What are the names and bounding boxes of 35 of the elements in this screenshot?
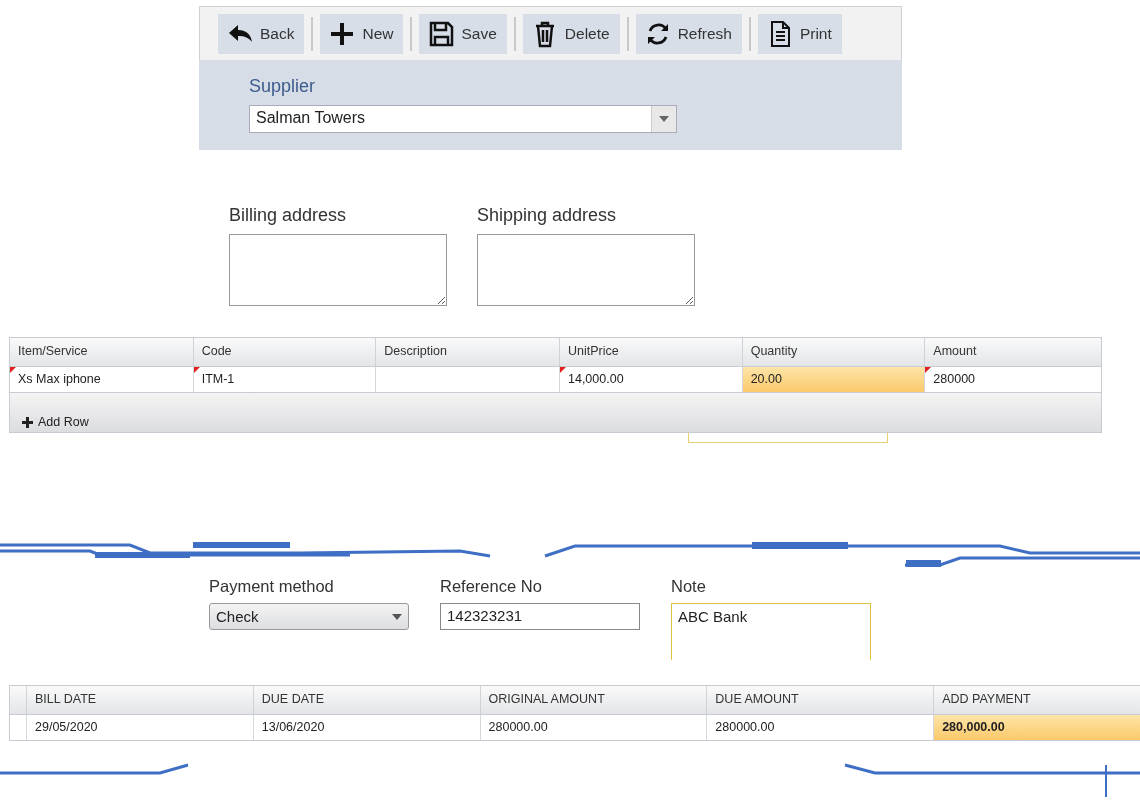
toolbar-button[interactable]: Refresh	[635, 13, 742, 54]
field-label: Billing address	[229, 205, 347, 226]
note-field[interactable]: ABC Bank	[671, 603, 871, 660]
add-row-button[interactable]: Add Row	[22, 415, 89, 429]
supplier-label: Supplier	[249, 76, 316, 97]
toolbar-button[interactable]: Save	[419, 13, 507, 54]
table-cell[interactable]: 280000.00	[480, 715, 708, 740]
field-label: Note	[671, 577, 706, 596]
dropdown-arrow-icon	[659, 116, 669, 122]
flag-marker-icon	[10, 367, 16, 373]
flag-marker-icon	[560, 367, 566, 373]
address-field[interactable]	[477, 234, 695, 306]
column-header[interactable]: ADD PAYMENT	[934, 686, 1140, 714]
table-cell[interactable]: 280,000.00	[934, 715, 1140, 740]
supplier-dropdown[interactable]: Salman Towers	[249, 105, 677, 133]
flag-marker-icon	[925, 367, 932, 373]
table-cell[interactable]: 280000	[925, 367, 1101, 392]
field-label: Reference No	[440, 577, 542, 596]
table-cell[interactable]: 13/06/2020	[253, 715, 481, 740]
dropdown-arrow-icon	[392, 613, 402, 620]
plus-icon	[22, 416, 33, 428]
address-field[interactable]	[229, 234, 447, 306]
table-cell[interactable]: 20.00	[742, 367, 926, 392]
save-icon	[427, 19, 456, 48]
field-label: Payment method	[209, 577, 334, 596]
toolbar-button[interactable]: Print	[757, 13, 842, 54]
field-label: Shipping address	[477, 205, 617, 226]
flag-marker-icon	[193, 367, 200, 373]
payment-method-dropdown[interactable]: Check	[209, 603, 409, 630]
table-cell[interactable]: 29/05/2020	[27, 715, 254, 740]
toolbar-button[interactable]: Back	[218, 13, 305, 54]
toolbar-button[interactable]: New	[320, 13, 404, 54]
toolbar-button[interactable]: Delete	[522, 13, 620, 54]
column-header[interactable]: Amount	[925, 338, 1101, 366]
reference-field[interactable]: 142323231	[440, 603, 640, 630]
